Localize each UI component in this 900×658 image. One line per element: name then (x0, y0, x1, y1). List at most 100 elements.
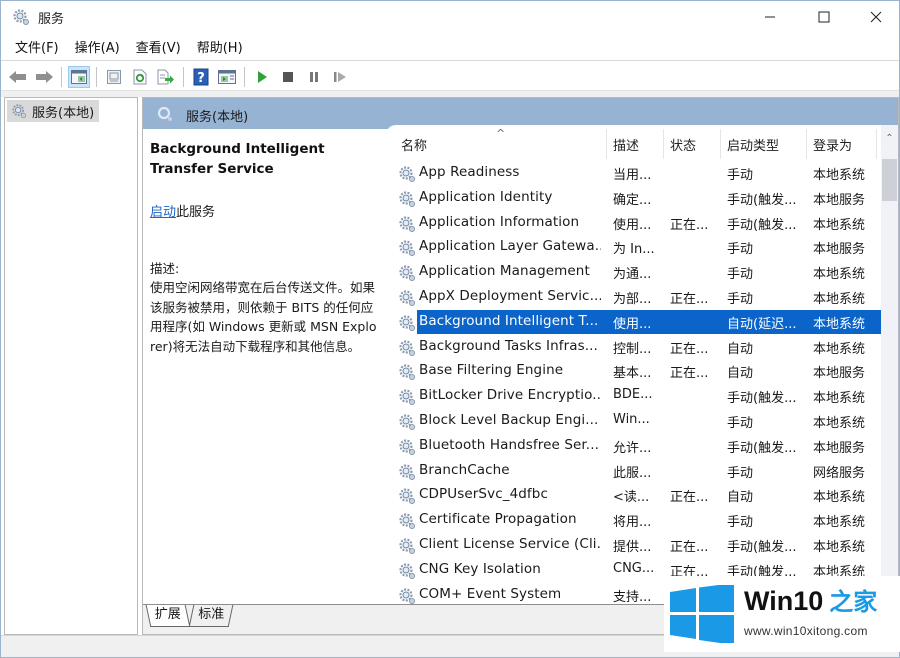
menu-view[interactable]: 查看(V) (128, 38, 189, 60)
service-row[interactable]: App Readiness 当用... 手动 本地系统 (386, 161, 881, 186)
forward-button[interactable] (33, 66, 55, 88)
service-row[interactable]: AppX Deployment Servic... 为部... 正在... 手动 本地系… (386, 285, 881, 310)
services-list: ^ 名称 描述 状态 启动类型 登录为 App Readiness 当用... 手动… (386, 125, 898, 604)
column-header-name[interactable]: 名称 (401, 135, 427, 154)
service-log-on-as: 本地系统 (813, 217, 866, 233)
windows-logo-icon (670, 585, 734, 643)
service-row[interactable]: Background Intelligent T... 使用... 自动(延迟...… (386, 309, 881, 336)
column-divider[interactable] (806, 129, 807, 159)
properties-button[interactable] (103, 66, 125, 88)
service-gear-icon (398, 314, 416, 336)
scrollbar-thumb[interactable] (882, 159, 897, 201)
service-description: Win... (613, 411, 650, 427)
show-hide-console-tree-icon (71, 69, 87, 84)
menu-help[interactable]: 帮助(H) (189, 38, 251, 60)
service-startup-type: 手动 (727, 242, 754, 258)
start-service-link[interactable]: 启动 (150, 205, 176, 220)
watermark-title: Win10 之家 (744, 582, 877, 617)
service-startup-type: 自动(延迟... (727, 316, 797, 332)
service-row[interactable]: CDPUserSvc_4dfbc <读... 正在... 自动 本地系统 (386, 483, 881, 508)
column-divider[interactable] (606, 129, 607, 159)
service-log-on-as: 本地系统 (813, 168, 866, 183)
service-row[interactable]: Application Layer Gatewa... 为 In... 手动 本地服务 (386, 235, 881, 260)
tab-standard[interactable]: 标准 (188, 605, 234, 627)
tree-item-label: 服务(本地) (32, 105, 95, 121)
maximize-button[interactable] (801, 1, 847, 33)
service-gear-icon (398, 339, 416, 361)
back-arrow-icon (9, 70, 26, 83)
column-header-log-on-as[interactable]: 登录为 (813, 135, 852, 154)
column-header-startup-type[interactable]: 启动类型 (727, 135, 779, 154)
service-status: 正在... (670, 217, 709, 233)
service-name: Application Identity (419, 188, 553, 205)
service-row[interactable]: Base Filtering Engine 基本... 正在... 自动 本地服务 (386, 359, 881, 384)
menu-action[interactable]: 操作(A) (67, 38, 128, 60)
service-name: CNG Key Isolation (419, 560, 541, 577)
service-gear-icon (398, 165, 416, 187)
service-row[interactable]: Application Identity 确定... 手动(触发... 本地服务 (386, 186, 881, 211)
title-bar: 服务 (1, 1, 899, 34)
stop-service-button[interactable] (277, 66, 299, 88)
scroll-up-icon[interactable]: ⌃ (881, 133, 898, 144)
service-row[interactable]: Certificate Propagation 将用... 手动 本地系统 (386, 508, 881, 533)
selected-service-name: Background Intelligent Transfer Service (150, 141, 325, 177)
service-name: AppX Deployment Servic... (419, 287, 601, 304)
services-rows: App Readiness 当用... 手动 本地系统 Application Iden… (386, 161, 881, 604)
show-action-pane-button[interactable] (216, 66, 238, 88)
service-row[interactable]: Application Information 使用... 正在... 手动(触发..… (386, 211, 881, 236)
close-button[interactable] (853, 1, 899, 33)
action-suffix: 此服务 (176, 205, 216, 220)
show-hide-console-tree-button[interactable] (68, 65, 90, 88)
refresh-button[interactable] (129, 66, 151, 88)
service-log-on-as: 本地系统 (813, 415, 866, 431)
export-list-button[interactable] (155, 66, 177, 88)
resume-service-button[interactable] (329, 66, 351, 88)
refresh-icon (133, 69, 147, 84)
service-status: 正在... (670, 490, 709, 506)
minimize-button[interactable] (747, 1, 793, 33)
list-header: ^ 名称 描述 状态 启动类型 登录为 (386, 125, 881, 161)
service-status: 正在... (670, 341, 709, 357)
service-row[interactable]: Block Level Backup Engi... Win... 手动 本地系统 (386, 409, 881, 434)
service-row[interactable]: Bluetooth Handsfree Ser... 允许... 手动(触发... 本… (386, 434, 881, 459)
start-service-button[interactable] (251, 66, 273, 88)
tab-extended[interactable]: 扩展 (145, 605, 191, 627)
service-row[interactable]: BranchCache 此服... 手动 网络服务 (386, 459, 881, 484)
services-panel: 服务(本地) Background Intelligent Transfer S… (142, 97, 899, 635)
service-log-on-as: 本地服务 (813, 192, 866, 208)
service-startup-type: 手动 (727, 465, 754, 481)
vertical-scrollbar[interactable]: ⌃ (881, 125, 898, 604)
close-icon (870, 11, 882, 23)
back-button[interactable] (7, 66, 29, 88)
properties-icon (107, 69, 121, 84)
service-gear-icon (398, 438, 416, 460)
column-header-description[interactable]: 描述 (613, 135, 639, 154)
column-divider[interactable] (876, 129, 877, 159)
service-description: 为部... (613, 291, 652, 307)
show-action-pane-icon (218, 69, 236, 84)
service-startup-type: 手动 (727, 267, 754, 283)
service-row[interactable]: Background Tasks Infras... 控制... 正在... 自动 本地… (386, 335, 881, 360)
help-button[interactable]: ? (190, 66, 212, 88)
service-description: 使用... (613, 217, 652, 233)
description-label: 描述: (150, 261, 180, 276)
service-name: CDPUserSvc_4dfbc (419, 486, 548, 503)
window-title: 服务 (38, 12, 65, 27)
service-row[interactable]: Client License Service (Cli... 提供... 正在...… (386, 533, 881, 558)
pause-service-button[interactable] (303, 66, 325, 88)
service-row[interactable]: BitLocker Drive Encryptio... BDE... 手动(触发.… (386, 384, 881, 409)
service-row[interactable]: Application Management 为通... 手动 本地系统 (386, 260, 881, 285)
service-description: CNG... (613, 560, 655, 576)
service-description: 允许... (613, 440, 652, 456)
service-description: 此服... (613, 465, 652, 481)
service-startup-type: 手动 (727, 291, 754, 307)
service-description: <读... (613, 490, 650, 506)
menu-file[interactable]: 文件(F) (7, 38, 67, 60)
service-gear-icon (398, 264, 416, 286)
column-divider[interactable] (663, 129, 664, 159)
column-header-status[interactable]: 状态 (670, 135, 696, 154)
service-gear-icon (398, 562, 416, 584)
tab-standard-label: 标准 (198, 607, 225, 622)
column-divider[interactable] (720, 129, 721, 159)
tree-item-services-local[interactable]: 服务(本地) (7, 100, 100, 122)
